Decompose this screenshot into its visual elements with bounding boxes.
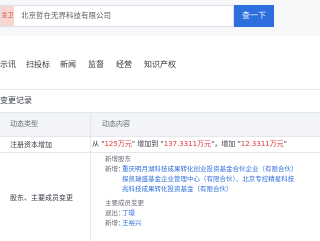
search-button[interactable]: 查一下 [234,5,274,27]
table-header: 动态类型 动态内容 [0,113,320,137]
search-bar: 金卫 北京哲在无界科技有限公司 查一下 [0,0,320,36]
tab-operations[interactable]: 经营 [116,60,132,70]
section-title: 变更记录 [0,96,32,105]
header-type: 动态类型 [10,120,38,128]
row-content: 从 "125万元" 增加到 "137.3311万元"，增加 "12.3311万元… [92,140,287,148]
shareholder-link[interactable]: 探凯瑞盛基金企业管理中心（有限合伙）、北京专控精星科技 [122,175,320,184]
exit-member-link[interactable]: 丁璟 [122,209,202,218]
new-member-link[interactable]: 王裕兴 [122,219,202,228]
tab-bidding[interactable]: 扫投标 [26,60,50,70]
delta-value: 12.3311万元 [240,140,284,148]
change-records-table: 动态类型 动态内容 注册资本增加 从 "125万元" 增加到 "137.3311… [0,112,320,241]
tab-supervision[interactable]: 监督 [88,60,104,70]
members-change-label: 主要成员变更 [105,199,144,207]
table-row: 股东、主要成员变更 新增股东 新增： 重庆明月湖科技成果转化创业投资基金合伙企业… [0,153,320,241]
from-value: 125万元 [104,140,132,148]
row-type: 注册资本增加 [10,141,52,149]
table-row: 注册资本增加 从 "125万元" 增加到 "137.3311万元"，增加 "12… [0,137,320,153]
header-content: 动态内容 [102,120,130,128]
search-input[interactable]: 金卫 北京哲在无界科技有限公司 [0,5,234,27]
search-input-value[interactable]: 北京哲在无界科技有限公司 [21,6,111,26]
shareholder-link[interactable]: 兆科技成果转化投资基金（有限合伙） [122,185,320,194]
shareholder-link[interactable]: 重庆明月湖科技成果转化创业投资基金合伙企业（有限合伙） [122,165,320,174]
new-label: 新增： [105,219,123,227]
new-shareholders-label: 新增股东 [105,155,131,163]
to-value: 137.3311万元 [163,140,212,148]
tab-news[interactable]: 新闻 [60,60,76,70]
tab-news-feed[interactable]: 示讯 [0,60,16,70]
new-prefix: 新增： [105,165,123,173]
exit-label: 退出： [105,209,123,217]
search-category-tag[interactable]: 金卫 [1,6,14,26]
nav-tabs: 示讯 扫投标 新闻 监督 经营 知识产权 [0,36,320,90]
row-type: 股东、主要成员变更 [10,194,73,202]
tab-intellectual-property[interactable]: 知识产权 [144,60,176,70]
